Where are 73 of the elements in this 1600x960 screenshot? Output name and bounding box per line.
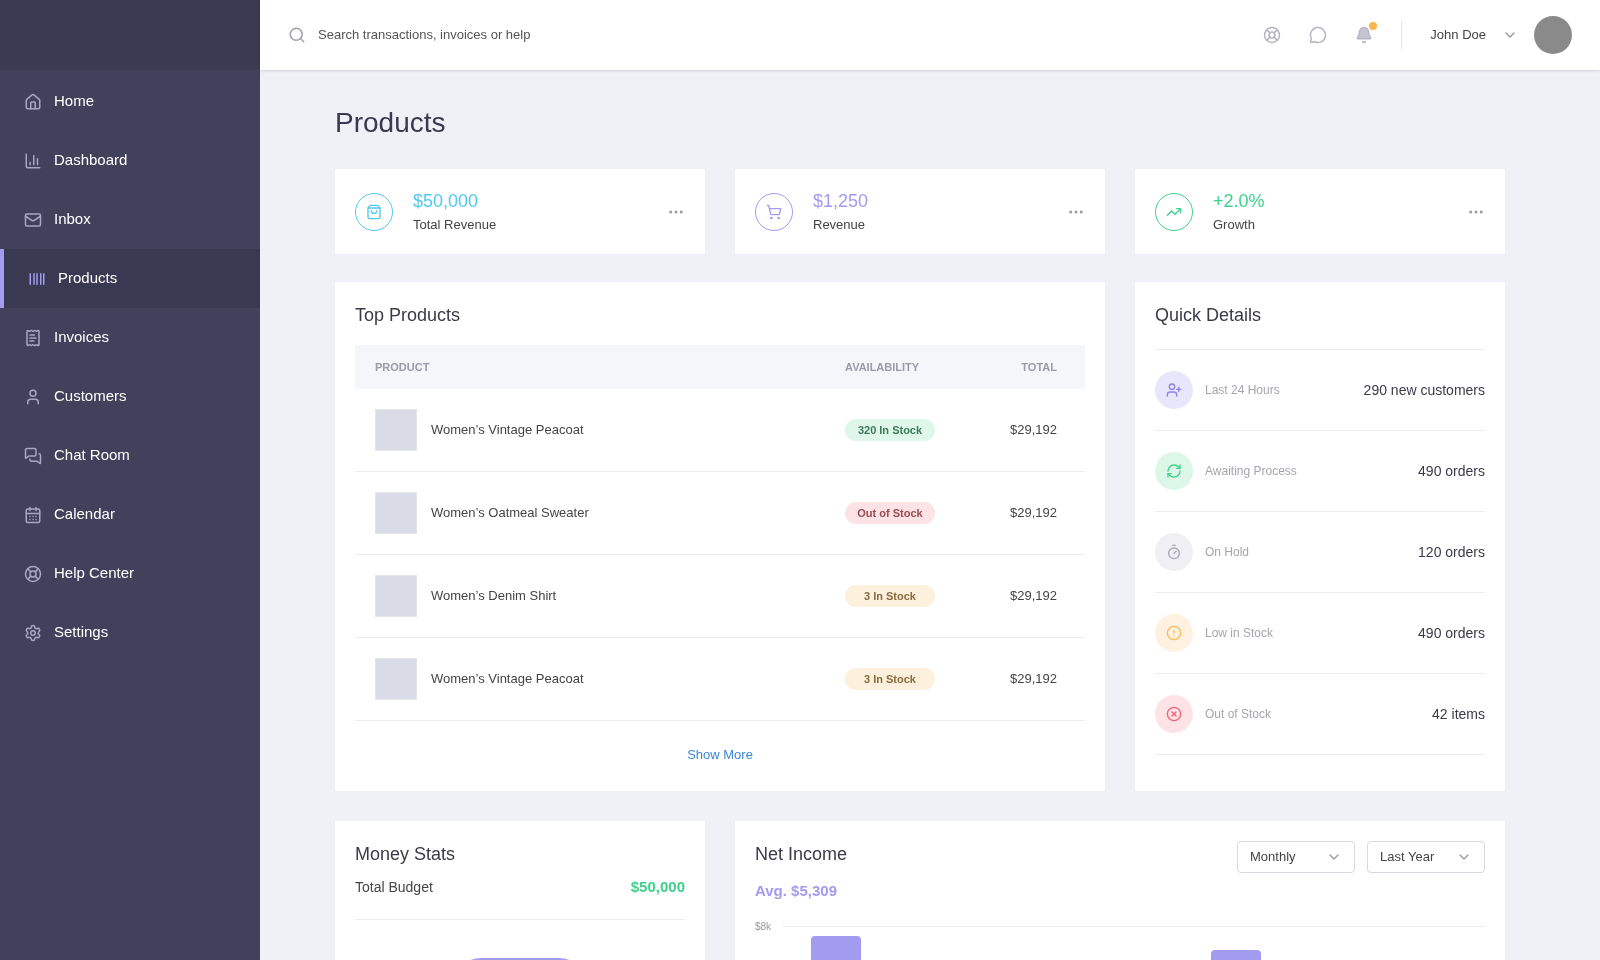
nav-item[interactable]: Home — [0, 72, 260, 131]
detail-label: On Hold — [1205, 544, 1250, 561]
availability-badge: Out of Stock — [845, 501, 935, 525]
stat-label: Total Revenue — [413, 216, 497, 235]
stat-value: $50,000 — [413, 190, 480, 214]
nav-item[interactable]: Customers — [0, 367, 260, 426]
nav-item[interactable]: Help Center — [0, 544, 260, 603]
table-cell-text: $29,192 — [1009, 504, 1058, 523]
budget-label: Total Budget — [355, 877, 433, 897]
card-title: Net Income — [755, 843, 848, 866]
detail-value: 42 items — [1432, 704, 1485, 724]
detail-value: 490 orders — [1418, 623, 1485, 643]
nav-item[interactable]: Products — [0, 249, 260, 308]
detail-value: 120 orders — [1418, 542, 1485, 562]
card-title: Top Products — [355, 304, 462, 327]
axis-tick-label: $8k — [755, 919, 772, 934]
show-more-link[interactable]: Show More — [687, 745, 753, 765]
search-field[interactable]: Search transactions, invoices or help — [318, 25, 578, 45]
column-header: PRODUCT — [375, 359, 431, 375]
lifebuoy-icon — [24, 564, 42, 583]
user-name[interactable]: John Doe — [1430, 25, 1486, 45]
person-icon — [24, 387, 42, 406]
stat-value: $1,250 — [813, 190, 869, 214]
column-header: TOTAL — [1020, 359, 1058, 375]
detail-label: Awaiting Process — [1205, 463, 1297, 480]
avatar[interactable] — [1534, 16, 1572, 54]
page-title: Products — [335, 106, 447, 140]
stat-label: Revenue — [813, 216, 867, 235]
chat-bubbles-icon — [24, 446, 42, 465]
product-thumbnail — [375, 658, 417, 700]
filter-dropdown[interactable]: Last Year — [1367, 841, 1485, 873]
product-thumbnail — [375, 575, 417, 617]
nav-item[interactable]: Settings — [0, 603, 260, 662]
bell-icon — [1355, 26, 1374, 44]
detail-value: 290 new customers — [1363, 380, 1485, 400]
envelope-icon — [24, 210, 42, 229]
average-value: Avg. $5,309 — [755, 881, 838, 901]
chat-icon[interactable] — [1309, 26, 1328, 44]
home-icon — [24, 92, 42, 111]
settings-icon — [24, 623, 42, 642]
table-cell-text: Women’s Vintage Peacoat — [431, 670, 585, 689]
detail-label: Low in Stock — [1205, 625, 1274, 642]
table-cell-text: $29,192 — [1009, 421, 1058, 440]
product-thumbnail — [375, 492, 417, 534]
bar-chart-icon — [24, 151, 42, 170]
nav-item[interactable]: Chat Room — [0, 426, 260, 485]
nav-item[interactable]: Calendar — [0, 485, 260, 544]
product-thumbnail — [375, 409, 417, 451]
detail-label: Out of Stock — [1205, 706, 1272, 723]
table-cell-text: Women’s Oatmeal Sweater — [431, 504, 590, 523]
detail-label: Last 24 Hours — [1205, 382, 1280, 399]
stat-value: +2.0% — [1213, 190, 1265, 214]
column-header: AVAILABILITY — [845, 359, 921, 375]
filter-dropdown[interactable]: Monthly — [1237, 841, 1355, 873]
lifebuoy-icon[interactable] — [1263, 26, 1282, 44]
calendar-icon — [24, 505, 42, 524]
card-title: Quick Details — [1155, 302, 1485, 350]
availability-badge: 3 In Stock — [845, 667, 935, 691]
stat-label: Growth — [1213, 216, 1256, 235]
availability-badge: 320 In Stock — [845, 418, 935, 442]
nav-item[interactable]: Invoices — [0, 308, 260, 367]
card-title: Money Stats — [355, 843, 457, 866]
availability-badge: 3 In Stock — [845, 584, 935, 608]
budget-value: $50,000 — [630, 877, 685, 897]
search-icon — [288, 26, 306, 44]
receipt-icon — [24, 328, 42, 347]
table-cell-text: $29,192 — [1009, 670, 1058, 689]
detail-value: 490 orders — [1418, 461, 1485, 481]
nav-item[interactable]: Dashboard — [0, 131, 260, 190]
table-cell-text: Women’s Denim Shirt — [431, 587, 558, 606]
table-cell-text: Women’s Vintage Peacoat — [431, 421, 585, 440]
nav-item[interactable]: Inbox — [0, 190, 260, 249]
table-cell-text: $29,192 — [1009, 587, 1058, 606]
